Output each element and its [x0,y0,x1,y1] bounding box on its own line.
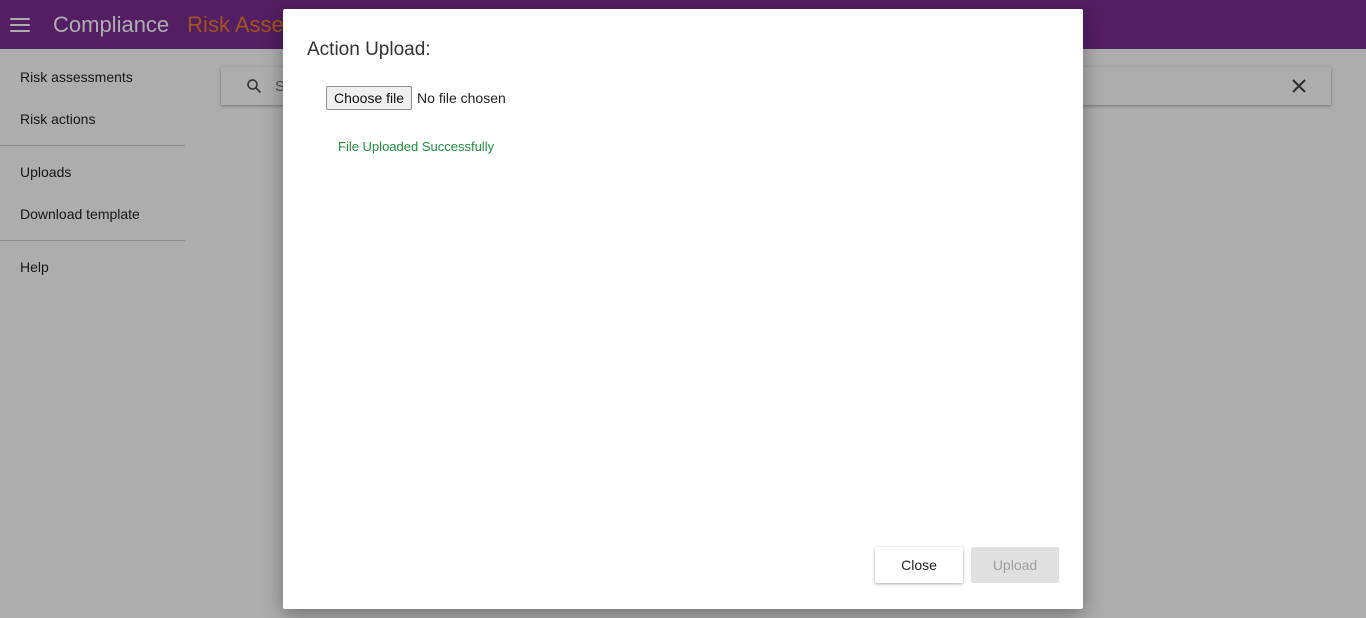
file-input: Choose file No file chosen [326,86,506,110]
file-status-text: No file chosen [417,90,506,106]
choose-file-button[interactable]: Choose file [326,86,413,110]
upload-success-message: File Uploaded Successfully [338,139,495,154]
dialog-title: Action Upload: [307,39,431,60]
upload-button: Upload [971,547,1059,583]
action-upload-dialog: Action Upload: Choose file No file chose… [283,9,1083,609]
close-button[interactable]: Close [875,547,963,583]
